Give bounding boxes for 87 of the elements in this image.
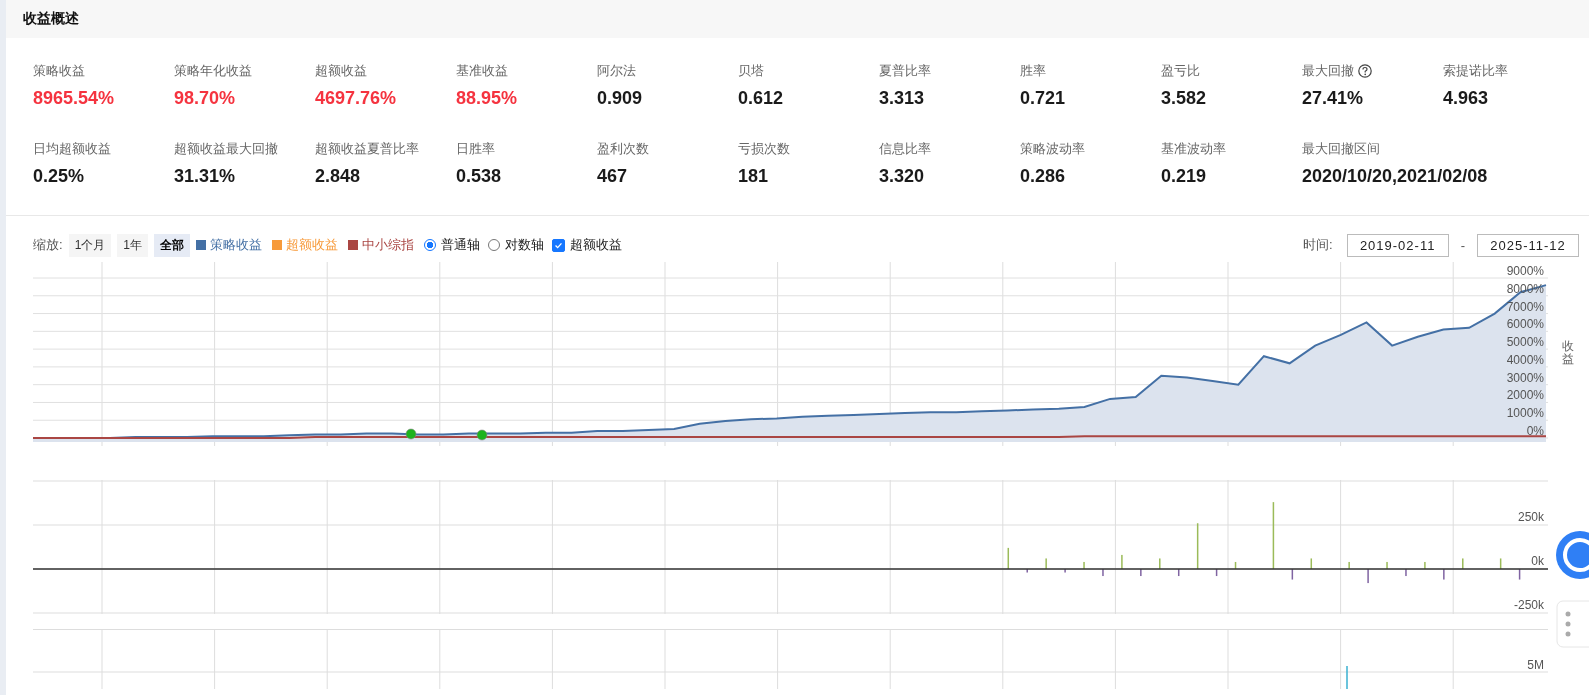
axis-tick-label: 0k	[1531, 554, 1544, 568]
metric-value: 2.848	[315, 166, 362, 187]
metric-value: 0.25%	[33, 166, 86, 187]
axis-tick-label: 1000%	[1506, 406, 1544, 421]
metric-value: 8965.54%	[33, 88, 116, 109]
excess-bar	[1007, 547, 1010, 569]
axis-tick-label: 7000%	[1506, 299, 1544, 314]
metric-value: 0.286	[1020, 166, 1067, 187]
legend-label[interactable]: 中小综指	[362, 236, 414, 254]
metric-value: 27.41%	[1302, 88, 1365, 109]
zoom-button[interactable]: 全部	[154, 233, 190, 257]
end-date-field[interactable]: 2025-11-12	[1477, 233, 1579, 257]
metric-label: 最大回撤	[1302, 62, 1354, 80]
metric-label: 日均超额收益	[33, 140, 111, 158]
metric-value: 0.721	[1020, 88, 1067, 109]
metric-value: 467	[597, 166, 629, 187]
metric-label: 日胜率	[456, 140, 495, 158]
metric-value: 3.313	[879, 88, 926, 109]
excess-bar	[1215, 569, 1218, 577]
checkbox[interactable]	[552, 238, 565, 252]
axis-tick-label: 3000%	[1506, 370, 1544, 385]
date-separator: -	[1460, 237, 1465, 253]
metric-label: 基准波动率	[1161, 140, 1226, 158]
axis-tick-label: 0%	[1526, 424, 1544, 438]
metric-value: 2020/10/20,2021/02/08	[1302, 166, 1489, 187]
metric-value: 0.538	[456, 166, 503, 187]
excess-bar	[1196, 523, 1199, 569]
marker-icon[interactable]	[405, 428, 417, 440]
excess-bar	[1177, 569, 1180, 577]
metric-label: 超额收益最大回撤	[174, 140, 278, 158]
metric-label: 策略收益	[33, 62, 85, 80]
radio-label[interactable]: 对数轴	[505, 236, 544, 254]
metric-label: 超额收益夏普比率	[315, 140, 419, 158]
metric-label: 策略年化收益	[174, 62, 252, 80]
metric-label: 贝塔	[738, 62, 764, 80]
metric-value: 181	[738, 166, 770, 187]
metric-label: 基准收益	[456, 62, 508, 80]
excess-bar	[1499, 558, 1502, 569]
axis-tick-label: 5M	[1527, 658, 1544, 672]
metric-label: 夏普比率	[879, 62, 931, 80]
zoom-button[interactable]: 1年	[117, 233, 148, 257]
axis-tick-label: 6000%	[1506, 317, 1544, 332]
radio-label[interactable]: 普通轴	[441, 236, 480, 254]
more-dots-icon[interactable]	[1556, 600, 1589, 648]
metric-label: 策略波动率	[1020, 140, 1085, 158]
axis-tick-label: 5000%	[1506, 335, 1544, 350]
time-label: 时间:	[1303, 236, 1333, 254]
marker-icon[interactable]	[476, 429, 488, 441]
metric-value: 4697.76%	[315, 88, 398, 109]
metric-label: 信息比率	[879, 140, 931, 158]
metric-value: 0.612	[738, 88, 785, 109]
axis-title: 收益	[1562, 340, 1574, 367]
legend-label[interactable]: 策略收益	[210, 236, 262, 254]
metric-value: 98.70%	[174, 88, 237, 109]
zoom-button[interactable]: 1个月	[68, 233, 112, 257]
metric-label: 索提诺比率	[1443, 62, 1508, 80]
metric-label: 阿尔法	[597, 62, 636, 80]
checkbox-label[interactable]: 超额收益	[570, 236, 622, 254]
metric-label: 胜率	[1020, 62, 1046, 80]
excess-bar	[1234, 561, 1237, 569]
start-date-field[interactable]: 2019-02-11	[1346, 233, 1449, 257]
help-icon[interactable]	[1358, 64, 1372, 78]
metric-value: 3.320	[879, 166, 926, 187]
excess-bar	[1272, 502, 1275, 569]
metric-value: 88.95%	[456, 88, 519, 109]
axis-tick-label: 2000%	[1506, 388, 1544, 403]
metric-label: 最大回撤区间	[1302, 140, 1380, 158]
metric-value: 0.219	[1161, 166, 1208, 187]
axis-tick-label: 9000%	[1506, 264, 1544, 278]
floating-chat-icon[interactable]	[1555, 530, 1589, 580]
section-title: 收益概述	[23, 10, 79, 28]
excess-bar	[1518, 569, 1521, 580]
metric-label: 盈亏比	[1161, 62, 1200, 80]
axis-tick-label: 4000%	[1506, 352, 1544, 367]
metric-label: 亏损次数	[738, 140, 790, 158]
metric-value: 3.582	[1161, 88, 1208, 109]
axis-tick-label: -250k	[1513, 598, 1544, 612]
metric-label: 盈利次数	[597, 140, 649, 158]
radio-button[interactable]	[424, 239, 436, 251]
metric-label: 超额收益	[315, 62, 367, 80]
axis-tick-label: 250k	[1517, 510, 1544, 524]
metric-value: 0.909	[597, 88, 644, 109]
excess-bar	[1291, 569, 1294, 580]
metric-value: 4.963	[1443, 88, 1490, 109]
zoom-label: 缩放:	[33, 236, 63, 254]
metric-value: 31.31%	[174, 166, 237, 187]
excess-bar	[1310, 558, 1313, 569]
